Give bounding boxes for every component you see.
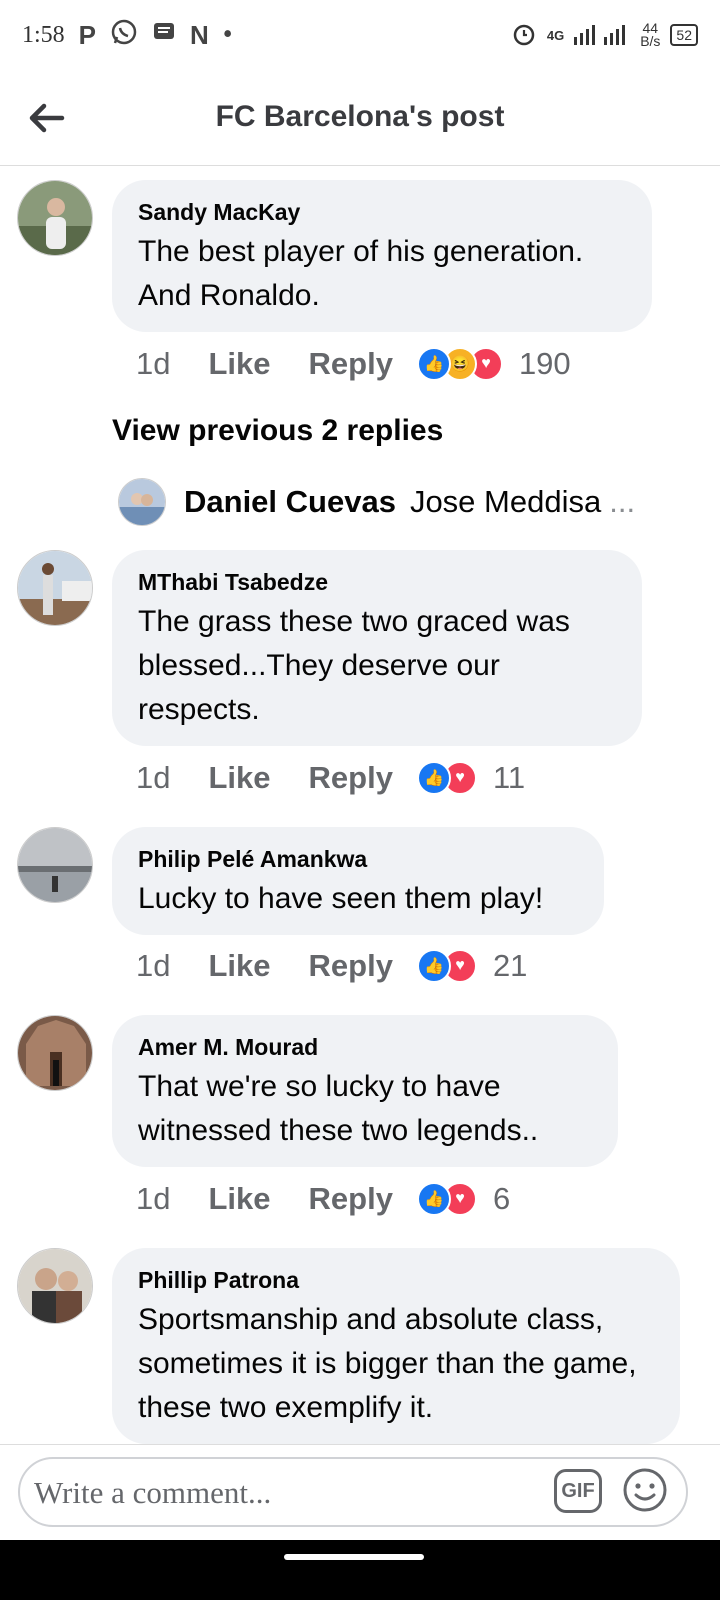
reactions[interactable]: 👍 ♥ <box>416 949 477 983</box>
whatsapp-icon <box>110 18 138 53</box>
comment-bubble[interactable]: Philip Pelé Amankwa Lucky to have seen t… <box>112 827 604 935</box>
status-right: 4G 44 B/s 52 <box>511 21 698 50</box>
comment-text: Sportsmanship and absolute class, someti… <box>138 1303 637 1424</box>
reply-author[interactable]: Daniel Cuevas <box>184 484 396 520</box>
signal-icon <box>574 23 630 48</box>
comment-time[interactable]: 1d <box>136 948 170 984</box>
comment-text: The best player of his generation. And R… <box>138 235 584 312</box>
reply-text: Jose Meddisa <box>409 484 602 519</box>
comment-text: Lucky to have seen them play! <box>138 882 544 915</box>
like-reaction-icon: 👍 <box>416 347 451 381</box>
emoji-icon[interactable] <box>622 1467 668 1513</box>
status-time: 1:58 <box>22 21 65 48</box>
comment-time[interactable]: 1d <box>136 1181 170 1217</box>
avatar[interactable] <box>17 1015 93 1091</box>
reply-button[interactable]: Reply <box>309 346 393 382</box>
status-left: 1:58 P N • <box>22 18 233 53</box>
reply-ellipsis: ... <box>609 484 636 519</box>
avatar[interactable] <box>17 1248 93 1324</box>
view-previous-replies[interactable]: View previous 2 replies <box>112 414 443 448</box>
comment-placeholder: Write a comment... <box>34 1475 272 1510</box>
comment-actions: 1d Like Reply 👍 ♥ 11 <box>136 760 525 796</box>
speed-unit: B/s <box>640 33 661 49</box>
comment-input[interactable]: Write a comment... GIF <box>18 1457 688 1527</box>
like-reaction-icon: 👍 <box>416 949 451 983</box>
comment-author[interactable]: Philip Pelé Amankwa <box>138 845 578 873</box>
comment-bubble[interactable]: Amer M. Mourad That we're so lucky to ha… <box>112 1015 618 1167</box>
status-bar: 1:58 P N • 4G 44 B/s 52 <box>0 0 720 70</box>
like-reaction-icon: 👍 <box>416 761 451 795</box>
comment-author[interactable]: Phillip Patrona <box>138 1266 654 1294</box>
comment-bubble[interactable]: Sandy MacKay The best player of his gene… <box>112 180 652 332</box>
like-button[interactable]: Like <box>208 948 270 984</box>
reactions[interactable]: 👍 ♥ <box>416 761 477 795</box>
comment-actions: 1d Like Reply 👍 ♥ 21 <box>136 948 527 984</box>
network-type: 4G <box>546 27 565 43</box>
avatar[interactable] <box>17 827 93 903</box>
reactions[interactable]: 👍 ♥ <box>416 1182 477 1216</box>
comment-time[interactable]: 1d <box>136 760 170 796</box>
like-button[interactable]: Like <box>208 346 270 382</box>
page-title: FC Barcelona's post <box>215 100 505 133</box>
like-button[interactable]: Like <box>208 1181 270 1217</box>
reply-preview[interactable]: Daniel Cuevas Jose Meddisa ... <box>118 478 635 526</box>
reaction-count[interactable]: 21 <box>493 948 527 984</box>
comment-actions: 1d Like Reply 👍 ♥ 6 <box>136 1181 510 1217</box>
comment-time[interactable]: 1d <box>136 346 170 382</box>
n-app-icon: N <box>190 19 209 50</box>
post-header: FC Barcelona's post <box>0 70 720 166</box>
comment-author[interactable]: Amer M. Mourad <box>138 1033 592 1061</box>
comment-bubble[interactable]: MThabi Tsabedze The grass these two grac… <box>112 550 642 746</box>
avatar[interactable] <box>17 180 93 256</box>
comment-bubble[interactable]: Phillip Patrona Sportsmanship and absolu… <box>112 1248 680 1444</box>
like-reaction-icon: 👍 <box>416 1182 451 1216</box>
comment-actions: 1d Like Reply 👍 😆 ♥ 190 <box>136 346 571 382</box>
comment-author[interactable]: MThabi Tsabedze <box>138 568 616 596</box>
like-button[interactable]: Like <box>208 760 270 796</box>
avatar[interactable] <box>17 550 93 626</box>
reaction-count[interactable]: 190 <box>519 346 571 382</box>
comment-text: That we're so lucky to have witnessed th… <box>138 1070 539 1147</box>
comment-composer-bar: Write a comment... GIF <box>0 1444 720 1540</box>
reaction-count[interactable]: 11 <box>493 760 525 796</box>
status-dot: • <box>222 19 233 50</box>
reaction-count[interactable]: 6 <box>493 1181 510 1217</box>
reactions[interactable]: 👍 😆 ♥ <box>416 347 503 381</box>
reply-avatar <box>118 478 166 526</box>
speed-indicator: 44 B/s <box>640 21 661 49</box>
p-app-icon: P <box>78 19 97 50</box>
gif-button[interactable]: GIF <box>554 1469 602 1513</box>
reply-button[interactable]: Reply <box>309 948 393 984</box>
comment-text: The grass these two graced was blessed..… <box>138 605 570 726</box>
reply-button[interactable]: Reply <box>309 1181 393 1217</box>
reply-button[interactable]: Reply <box>309 760 393 796</box>
message-icon <box>152 20 176 51</box>
battery-icon: 52 <box>670 24 698 46</box>
comment-author[interactable]: Sandy MacKay <box>138 198 626 226</box>
system-nav-bar <box>0 1540 720 1600</box>
alarm-icon <box>511 21 537 50</box>
home-handle[interactable] <box>284 1554 424 1560</box>
